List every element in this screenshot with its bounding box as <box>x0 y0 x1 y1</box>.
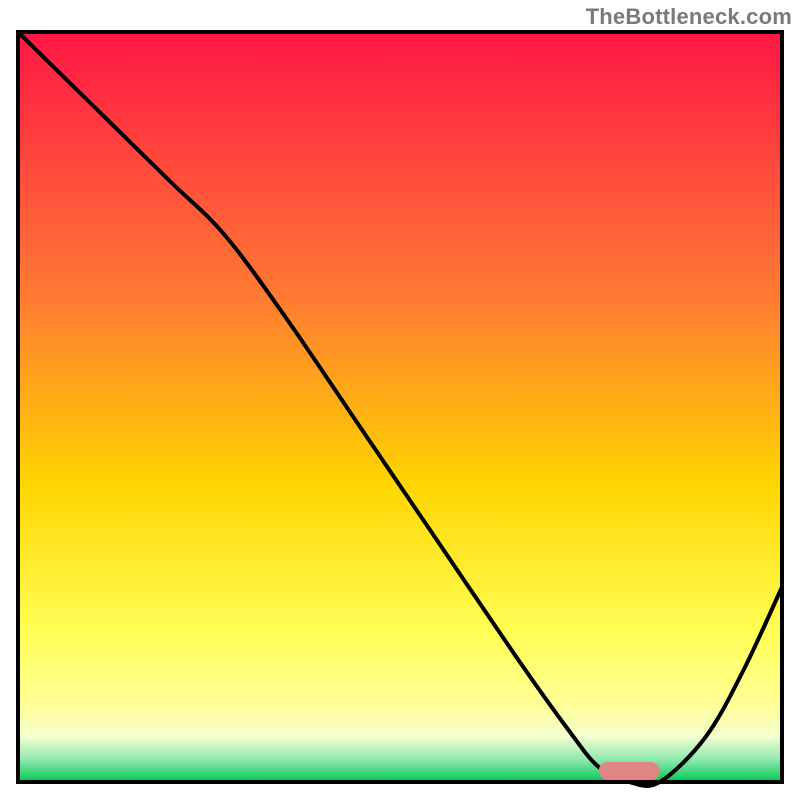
plot-area <box>18 32 782 786</box>
optimum-range-marker <box>599 762 660 780</box>
bottleneck-chart <box>0 0 800 800</box>
attribution-label: TheBottleneck.com <box>586 4 792 30</box>
chart-container: { "attribution": "TheBottleneck.com", "c… <box>0 0 800 800</box>
